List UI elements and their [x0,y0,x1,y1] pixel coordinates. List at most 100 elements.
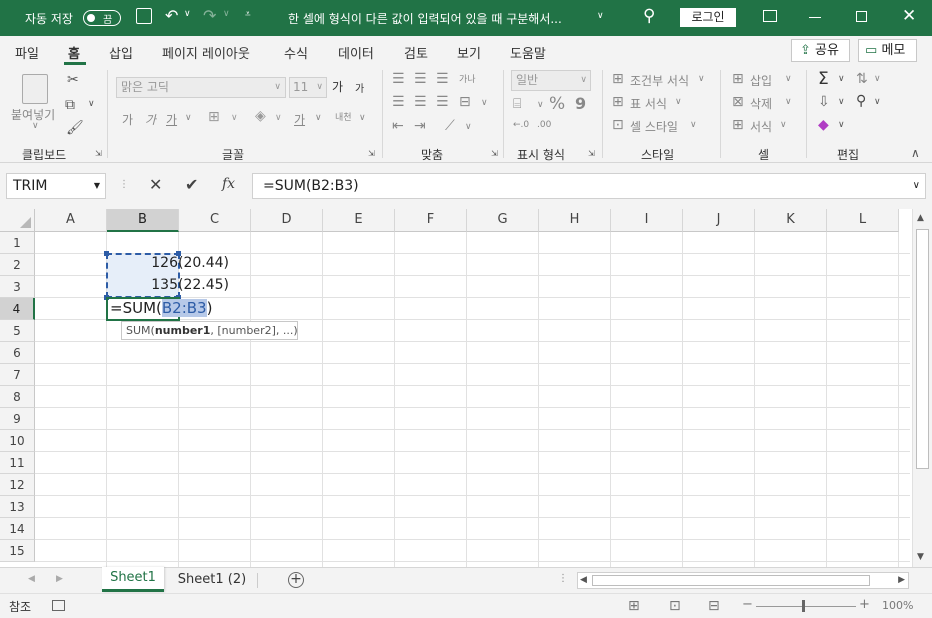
undo-dropdown-icon[interactable]: ∨ [184,9,191,19]
font-shrink-icon[interactable]: 가 [355,80,364,95]
column-header-i[interactable]: I [611,209,683,232]
fill-color-dropdown-icon[interactable]: ∨ [275,113,282,123]
column-header-b[interactable]: B [107,209,179,232]
font-color-icon[interactable]: 가 [294,111,305,128]
scroll-left-icon[interactable]: ◀ [580,575,587,585]
align-center-icon[interactable]: ☰ [414,94,427,110]
horizontal-scrollbar[interactable]: ◀ ▶ [577,572,909,589]
insert-cells-icon[interactable]: ⊞ [732,71,744,87]
sort-filter-icon[interactable]: ⇅ [856,71,868,87]
formula-input[interactable]: =SUM(B2:B3) ∨ [252,173,926,199]
scroll-right-icon[interactable]: ▶ [898,575,905,585]
undo-icon[interactable]: ↶ [165,6,178,25]
sheet-tab-active[interactable]: Sheet1 [102,567,164,592]
collapse-ribbon-icon[interactable]: ∧ [911,146,920,160]
format-cells-dropdown-icon[interactable]: ∨ [780,120,787,130]
table-format-label[interactable]: 표 서식 [630,95,667,112]
fill-color-icon[interactable]: ◈ [255,108,266,124]
find-select-icon[interactable]: ⚲ [856,93,866,109]
column-header-c[interactable]: C [179,209,251,232]
decrease-decimal-icon[interactable]: .00 [537,120,551,130]
confirm-entry-icon[interactable]: ✔ [185,175,198,194]
column-header-f[interactable]: F [395,209,467,232]
clear-icon[interactable]: ◆ [818,117,829,133]
worksheet-grid[interactable]: ABCDEFGHIJKL 1 2 3 4 5 6 7 8 9 10 11 12 13 14 15 126 (… [0,209,932,567]
login-button[interactable]: 로그인 [680,8,736,27]
ribbon-display-icon[interactable] [763,10,777,22]
align-left-icon[interactable]: ☰ [392,94,405,110]
copy-dropdown-icon[interactable]: ∨ [88,99,95,109]
tab-review[interactable]: 검토 [404,43,428,62]
tab-page-layout[interactable]: 페이지 레이아웃 [162,43,250,62]
align-middle-icon[interactable]: ☰ [414,71,427,87]
copy-icon[interactable]: ⧉ [65,97,75,113]
tabs-splitter-icon[interactable]: ⋮ [558,573,568,584]
border-dropdown-icon[interactable]: ∨ [231,113,238,123]
comma-icon[interactable]: 9 [575,94,586,113]
column-header-g[interactable]: G [467,209,539,232]
select-all-corner[interactable] [0,209,35,232]
clipboard-launcher-icon[interactable]: ⇲ [95,149,102,158]
underline-icon[interactable]: 가 [166,111,177,128]
conditional-format-dropdown-icon[interactable]: ∨ [698,74,705,84]
increase-indent-icon[interactable]: ⇥ [414,118,426,134]
row-header-15[interactable]: 15 [0,540,35,562]
align-top-icon[interactable]: ☰ [392,71,405,87]
insert-cells-label[interactable]: 삽입 [750,72,772,89]
cell-style-label[interactable]: 셀 스타일 [630,118,678,135]
row-header-12[interactable]: 12 [0,474,35,496]
font-grow-icon[interactable]: 가 [332,78,343,95]
row-header-5[interactable]: 5 [0,320,35,342]
share-button[interactable]: ⇪ 공유 [791,39,850,62]
cut-icon[interactable]: ✂ [67,72,79,88]
sort-filter-dropdown-icon[interactable]: ∨ [874,74,881,84]
autosum-dropdown-icon[interactable]: ∨ [838,74,845,84]
table-format-dropdown-icon[interactable]: ∨ [675,97,682,107]
name-box[interactable]: TRIM ▼ [6,173,106,199]
memo-button[interactable]: ▭ 메모 [858,39,917,62]
prev-sheet-icon[interactable]: ◀ [28,574,35,584]
font-name-select[interactable]: 맑은 고딕 ∨ [116,77,286,98]
cell-b4[interactable]: =SUM(B2:B3) [110,299,212,317]
scroll-up-icon[interactable]: ▲ [917,213,924,223]
accounting-format-icon[interactable]: ⌸ [513,96,521,112]
vertical-scroll-thumb[interactable] [916,229,929,469]
horizontal-scroll-thumb[interactable] [592,575,870,586]
orientation-dropdown-icon[interactable]: ∨ [465,122,472,132]
font-size-select[interactable]: 11 ∨ [289,77,327,98]
italic-icon[interactable]: 가 [145,111,156,128]
wrap-text-icon[interactable]: 가나 [459,72,476,85]
column-header-d[interactable]: D [251,209,323,232]
row-header-10[interactable]: 10 [0,430,35,452]
autosum-icon[interactable]: Σ [818,69,829,89]
tab-formulas[interactable]: 수식 [284,43,308,62]
vertical-scrollbar[interactable]: ▲ ▼ [912,209,932,567]
expand-formula-icon[interactable]: ∨ [913,174,920,198]
tab-view[interactable]: 보기 [457,43,481,62]
search-icon[interactable]: ⚲ [643,6,655,26]
page-break-view-icon[interactable]: ⊟ [708,598,720,614]
customize-toolbar-icon[interactable]: ⩡ [245,9,251,20]
find-select-dropdown-icon[interactable]: ∨ [874,97,881,107]
cell-b3[interactable]: 135 [107,277,178,293]
save-icon[interactable] [136,8,152,24]
paste-icon[interactable] [22,74,48,104]
border-icon[interactable]: ⊞ [208,109,220,125]
row-header-8[interactable]: 8 [0,386,35,408]
insert-cells-dropdown-icon[interactable]: ∨ [785,74,792,84]
zoom-level[interactable]: 100% [882,599,913,612]
next-sheet-icon[interactable]: ▶ [56,574,63,584]
underline-dropdown-icon[interactable]: ∨ [185,113,192,123]
phonetic-dropdown-icon[interactable]: ∨ [359,113,366,123]
scroll-down-icon[interactable]: ▼ [917,552,924,562]
conditional-format-label[interactable]: 조건부 서식 [630,72,689,89]
delete-cells-label[interactable]: 삭제 [750,95,772,112]
column-header-h[interactable]: H [539,209,611,232]
title-dropdown-icon[interactable]: ∨ [597,11,604,21]
cell-style-dropdown-icon[interactable]: ∨ [690,120,697,130]
page-layout-view-icon[interactable]: ⊡ [669,598,681,614]
row-header-7[interactable]: 7 [0,364,35,386]
decrease-indent-icon[interactable]: ⇤ [392,118,404,134]
minimize-icon[interactable] [809,17,821,18]
row-header-3[interactable]: 3 [0,276,35,298]
